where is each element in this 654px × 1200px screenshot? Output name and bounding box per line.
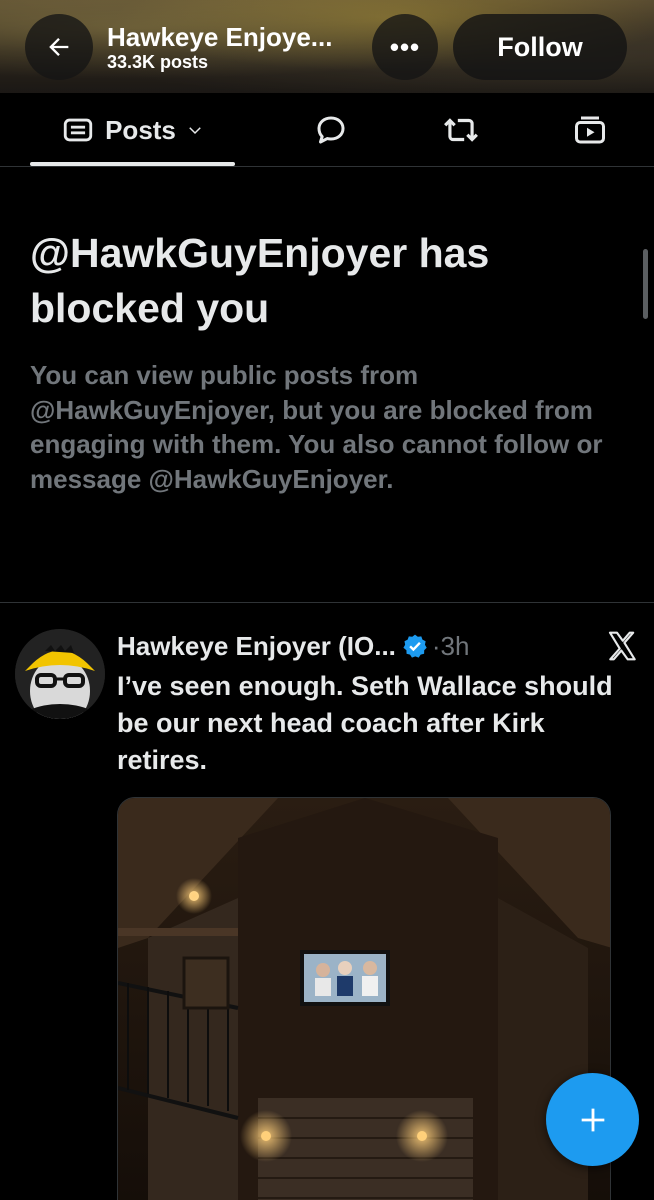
- tab-posts[interactable]: Posts: [30, 93, 235, 167]
- divider: [0, 602, 654, 603]
- compose-button[interactable]: [546, 1073, 639, 1166]
- more-icon: •••: [389, 31, 421, 62]
- tab-replies[interactable]: [311, 110, 351, 150]
- post-author-name[interactable]: Hawkeye Enjoyer (IO...: [117, 631, 396, 662]
- plus-icon: [581, 1108, 604, 1131]
- tab-media[interactable]: [570, 110, 610, 150]
- reply-icon: [317, 116, 345, 144]
- post-media-image[interactable]: [117, 797, 611, 1200]
- room-photo: [118, 798, 610, 1200]
- blocked-description: You can view public posts from @HawkGuyE…: [30, 360, 603, 494]
- follow-button[interactable]: Follow: [453, 14, 627, 80]
- profile-tabs: Posts: [0, 93, 654, 167]
- back-button[interactable]: [25, 14, 93, 80]
- media-icon: [575, 116, 605, 144]
- scrollbar[interactable]: [643, 249, 648, 319]
- header-info: Hawkeye Enjoye... 33.3K posts: [107, 22, 332, 72]
- post-header: Hawkeye Enjoyer (IO... ·3h: [117, 628, 469, 664]
- profile-page: Hawkeye Enjoye... 33.3K posts ••• Follow…: [0, 0, 654, 1200]
- more-options-button[interactable]: •••: [372, 14, 438, 80]
- tab-reposts[interactable]: [441, 110, 481, 150]
- header-title: Hawkeye Enjoye...: [107, 22, 333, 52]
- verified-badge-icon: [403, 634, 427, 658]
- avatar[interactable]: [15, 629, 105, 719]
- posts-icon: [63, 118, 93, 142]
- post-time[interactable]: ·3h: [432, 631, 470, 662]
- repost-icon: [444, 118, 478, 142]
- chevron-down-icon: [189, 127, 201, 135]
- post-count: 33.3K posts: [107, 52, 209, 72]
- tab-posts-label: Posts: [105, 114, 176, 145]
- tab-active-indicator: [30, 162, 235, 166]
- blocked-title: @HawkGuyEnjoyer has blocked you: [30, 230, 490, 331]
- avatar-image: [15, 629, 105, 719]
- back-arrow-icon: [49, 38, 69, 56]
- x-logo-icon: [608, 631, 636, 661]
- post-text: I’ve seen enough. Seth Wallace should be…: [117, 671, 613, 775]
